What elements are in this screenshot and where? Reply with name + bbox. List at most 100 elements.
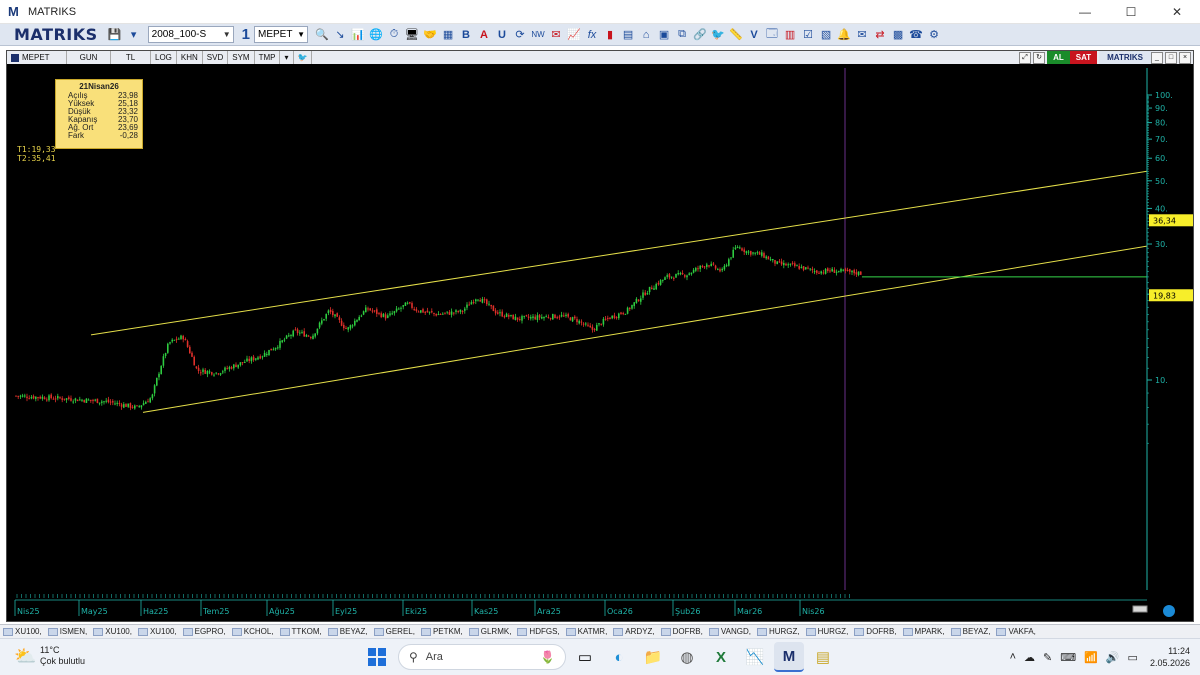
house-icon[interactable]: ⌂	[638, 27, 654, 43]
text-a-icon[interactable]: A	[476, 27, 492, 43]
symbol-tab[interactable]: MPARK,	[900, 627, 948, 636]
window-icon[interactable]: 🗔	[764, 27, 780, 43]
symbol-tab[interactable]: XU100,	[135, 627, 180, 636]
matriks-app-icon[interactable]: M	[774, 642, 804, 672]
refresh-icon[interactable]: ⟳	[512, 27, 528, 43]
symbol-tab[interactable]: DOFRB,	[658, 627, 706, 636]
bold-b-icon[interactable]: B	[458, 27, 474, 43]
v-icon[interactable]: V	[746, 27, 762, 43]
calendar-icon[interactable]: ▣	[656, 27, 672, 43]
resize-icon[interactable]: ⤢	[1019, 51, 1032, 64]
arrows-icon[interactable]: ⇄	[872, 27, 888, 43]
symbol-tab[interactable]: XU100,	[90, 627, 135, 636]
layers-icon[interactable]: ▧	[818, 27, 834, 43]
symbol-tab[interactable]: HURGZ,	[803, 627, 852, 636]
symbol-tab[interactable]: HDFGS,	[514, 627, 562, 636]
symbol-tab[interactable]: BEYAZ,	[948, 627, 994, 636]
dropdown-arrow-icon[interactable]: ▾	[125, 26, 143, 44]
period-number[interactable]: 1	[242, 26, 250, 43]
wifi-icon[interactable]: 📶	[1084, 651, 1098, 664]
keyboard-icon[interactable]: ⌨	[1060, 651, 1076, 664]
monitor-icon[interactable]: 🖥	[404, 27, 420, 43]
ruler-icon[interactable]: 📏	[728, 27, 744, 43]
mail-icon[interactable]: ✉	[548, 27, 564, 43]
tab-tmp[interactable]: TMP	[255, 51, 281, 64]
refresh-icon[interactable]: ↻	[1033, 51, 1046, 64]
start-button[interactable]	[362, 642, 392, 672]
minimize-icon[interactable]: _	[1151, 51, 1163, 64]
draw-tool-icon[interactable]: ↘	[332, 27, 348, 43]
bell-icon[interactable]: 🔔	[836, 27, 852, 43]
symbol-tab[interactable]: ISMEN,	[45, 627, 91, 636]
chevron-up-icon[interactable]: ˄	[1010, 651, 1016, 663]
symbol-tab[interactable]: BEYAZ,	[325, 627, 371, 636]
chevron-down-icon[interactable]: ▾	[280, 51, 294, 64]
zoom-icon[interactable]: 🔍	[314, 27, 330, 43]
save-icon[interactable]: 💾	[106, 26, 124, 44]
phone-icon[interactable]: ☎	[908, 27, 924, 43]
tab-sym[interactable]: SYM	[228, 51, 255, 64]
symbol-tab[interactable]: ARDYZ,	[610, 627, 657, 636]
sell-button[interactable]: SAT	[1069, 51, 1098, 64]
twitter-icon[interactable]: 🐦	[710, 27, 726, 43]
notes-app-icon[interactable]: ▤	[808, 642, 838, 672]
task-view-icon[interactable]: ▭	[570, 642, 600, 672]
clock-icon[interactable]: ⏱	[386, 27, 402, 43]
ticker-select[interactable]: MEPET ▼	[254, 26, 309, 43]
checkbox-icon[interactable]: ☑	[800, 27, 816, 43]
symbol-tab[interactable]: HURGZ,	[754, 627, 803, 636]
line-chart-icon[interactable]: 📈	[566, 27, 582, 43]
cloud-sync-icon[interactable]: ☁	[1024, 651, 1035, 664]
symbol-tab[interactable]: TTKOM,	[277, 627, 325, 636]
price-chart[interactable]: 100.90.80.70.60.50.40.30.20.10.36,3419,8…	[7, 64, 1193, 621]
copy-icon[interactable]: ⧉	[674, 27, 690, 43]
tab-khn[interactable]: KHN	[177, 51, 203, 64]
underline-u-icon[interactable]: U	[494, 27, 510, 43]
taskbar-search[interactable]: ⚲ Ara 🌷	[398, 644, 566, 670]
symbol-tab[interactable]: KATMR,	[563, 627, 611, 636]
link-icon[interactable]: 🔗	[692, 27, 708, 43]
symbol-tab[interactable]: DOFRB,	[851, 627, 899, 636]
minimize-button[interactable]: —	[1062, 0, 1108, 24]
table-icon[interactable]: ▦	[440, 27, 456, 43]
symbol-tab[interactable]: EGPRO,	[180, 627, 229, 636]
symbol-tab[interactable]: VAKFA,	[993, 627, 1038, 636]
volume-icon[interactable]: 🔊	[1106, 651, 1120, 664]
chart-symbol-tab[interactable]: MEPET	[7, 51, 67, 64]
tab-log[interactable]: LOG	[151, 51, 177, 64]
settings-icon[interactable]: ⚙	[926, 27, 942, 43]
chart-app-icon[interactable]: 📉	[740, 642, 770, 672]
symbol-tab[interactable]: GEREL,	[371, 627, 418, 636]
globe-app-icon[interactable]: ◍	[672, 642, 702, 672]
tab-tl[interactable]: TL	[111, 51, 151, 64]
excel-icon[interactable]: X	[706, 642, 736, 672]
symbol-tab[interactable]: VANGD,	[706, 627, 754, 636]
envelope-icon[interactable]: ✉	[854, 27, 870, 43]
chart-type-icon[interactable]: 📊	[350, 27, 366, 43]
formula-icon[interactable]: fx	[584, 27, 600, 43]
bar-chart-icon[interactable]: ▮	[602, 27, 618, 43]
symbol-tab[interactable]: GLRMK,	[466, 627, 515, 636]
calculator-icon[interactable]: ▩	[890, 27, 906, 43]
symbol-tab[interactable]: KCHOL,	[229, 627, 277, 636]
handshake-icon[interactable]: 🤝	[422, 27, 438, 43]
battery-icon[interactable]: ▭	[1128, 651, 1138, 664]
layout-icon[interactable]: ▥	[782, 27, 798, 43]
weather-widget[interactable]: ⛅ 11°C Çok bulutlu	[14, 645, 85, 667]
buy-button[interactable]: AL	[1047, 51, 1070, 64]
twitter-bird-icon[interactable]: 🐦	[294, 51, 313, 64]
globe-icon[interactable]: 🌐	[368, 27, 384, 43]
close-button[interactable]: ✕	[1154, 0, 1200, 24]
symbol-tab[interactable]: PETKM,	[418, 627, 466, 636]
symbol-tab[interactable]: XU100,	[0, 627, 45, 636]
tab-gun[interactable]: GUN	[67, 51, 111, 64]
edge-browser-icon[interactable]: ◐	[604, 642, 634, 672]
tab-svd[interactable]: SVD	[203, 51, 229, 64]
symbol-list-select[interactable]: 2008_100-S ▼	[147, 26, 234, 43]
grid-icon[interactable]: ▤	[620, 27, 636, 43]
news-icon[interactable]: NW	[530, 27, 546, 43]
file-explorer-icon[interactable]: 📁	[638, 642, 668, 672]
maximize-icon[interactable]: □	[1165, 51, 1177, 64]
clock[interactable]: 11:24 2.05.2026	[1150, 645, 1190, 669]
pen-icon[interactable]: ✎	[1043, 651, 1052, 664]
